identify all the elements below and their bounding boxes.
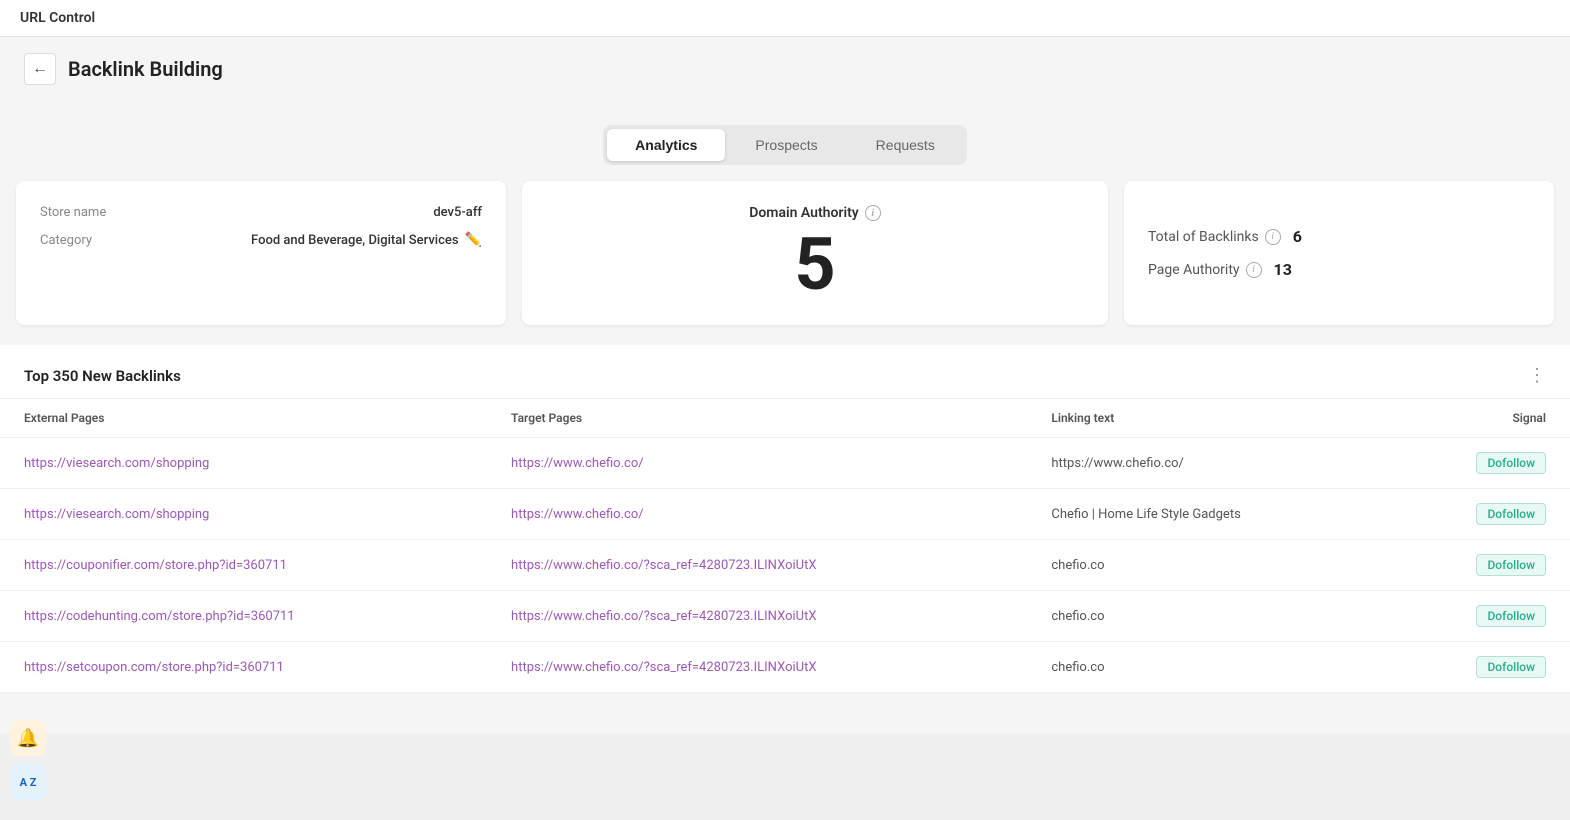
linking-text-cell: Chefio | Home Life Style Gadgets [1027, 489, 1390, 540]
backlinks-value: 6 [1293, 227, 1302, 246]
category-label: Category [40, 233, 92, 248]
linking-text-cell: https://www.chefio.co/ [1027, 438, 1390, 489]
store-name-label: Store name [40, 205, 106, 220]
table-row: https://codehunting.com/store.php?id=360… [0, 591, 1570, 642]
signal-cell: Dofollow [1390, 591, 1570, 642]
category-row: Category Food and Beverage, Digital Serv… [40, 232, 482, 248]
bottom-icons: 🔔 A Z [10, 720, 46, 800]
col-linking-text: Linking text [1027, 399, 1390, 438]
signal-cell: Dofollow [1390, 540, 1570, 591]
dofollow-badge: Dofollow [1476, 554, 1546, 576]
top-bar: URL Control [0, 0, 1570, 37]
page-authority-value: 13 [1274, 260, 1292, 279]
more-options-icon[interactable]: ⋮ [1528, 365, 1546, 386]
external-page-cell: https://viesearch.com/shopping [0, 489, 487, 540]
target-page-cell: https://www.chefio.co/ [487, 489, 1027, 540]
backlinks-label: Total of Backlinks [1148, 229, 1259, 245]
target-page-link[interactable]: https://www.chefio.co/ [511, 456, 644, 471]
target-page-cell: https://www.chefio.co/?sca_ref=4280723.I… [487, 642, 1027, 693]
target-page-link[interactable]: https://www.chefio.co/?sca_ref=4280723.I… [511, 558, 816, 573]
edit-icon[interactable]: ✏️ [465, 232, 482, 248]
store-name-row: Store name dev5-aff [40, 205, 482, 220]
backlinks-row: Total of Backlinks i 6 [1148, 227, 1530, 246]
translate-label: A Z [20, 776, 37, 789]
external-page-link[interactable]: https://viesearch.com/shopping [24, 456, 209, 471]
external-page-link[interactable]: https://viesearch.com/shopping [24, 507, 209, 522]
tab-requests[interactable]: Requests [848, 129, 963, 161]
dofollow-badge: Dofollow [1476, 605, 1546, 627]
category-value: Food and Beverage, Digital Services ✏️ [251, 232, 482, 248]
tab-analytics[interactable]: Analytics [607, 129, 725, 161]
target-page-link[interactable]: https://www.chefio.co/?sca_ref=4280723.I… [511, 660, 816, 675]
page-title: Backlink Building [68, 57, 223, 81]
dofollow-badge: Dofollow [1476, 452, 1546, 474]
cards-row: Store name dev5-aff Category Food and Be… [0, 181, 1570, 345]
back-button[interactable]: ← [24, 53, 56, 85]
backlinks-section: Top 350 New Backlinks ⋮ External Pages T… [0, 345, 1570, 693]
dofollow-badge: Dofollow [1476, 656, 1546, 678]
backlinks-title: Top 350 New Backlinks [24, 367, 181, 385]
col-signal: Signal [1390, 399, 1570, 438]
signal-cell: Dofollow [1390, 489, 1570, 540]
linking-text-cell: chefio.co [1027, 642, 1390, 693]
authority-card: Total of Backlinks i 6 Page Authority i … [1124, 181, 1554, 325]
tab-prospects[interactable]: Prospects [727, 129, 845, 161]
col-external-pages: External Pages [0, 399, 487, 438]
page-authority-info-icon[interactable]: i [1246, 262, 1262, 278]
target-page-cell: https://www.chefio.co/?sca_ref=4280723.I… [487, 540, 1027, 591]
table-row: https://viesearch.com/shopping https://ww… [0, 438, 1570, 489]
backlinks-table: External Pages Target Pages Linking text… [0, 398, 1570, 693]
target-page-link[interactable]: https://www.chefio.co/ [511, 507, 644, 522]
domain-info-icon[interactable]: i [865, 205, 881, 221]
external-page-link[interactable]: https://couponifier.com/store.php?id=360… [24, 558, 287, 573]
bell-icon[interactable]: 🔔 [10, 720, 46, 756]
dofollow-badge: Dofollow [1476, 503, 1546, 525]
tabs-container: Analytics Prospects Requests [0, 101, 1570, 181]
external-page-link[interactable]: https://codehunting.com/store.php?id=360… [24, 609, 295, 624]
linking-text-cell: chefio.co [1027, 591, 1390, 642]
external-page-cell: https://couponifier.com/store.php?id=360… [0, 540, 487, 591]
domain-title: Domain Authority i [749, 205, 881, 221]
linking-text-cell: chefio.co [1027, 540, 1390, 591]
page-authority-row: Page Authority i 13 [1148, 260, 1530, 279]
main-content: Analytics Prospects Requests Store name … [0, 101, 1570, 733]
signal-cell: Dofollow [1390, 642, 1570, 693]
table-row: https://couponifier.com/store.php?id=360… [0, 540, 1570, 591]
store-card: Store name dev5-aff Category Food and Be… [16, 181, 506, 325]
table-row: https://setcoupon.com/store.php?id=36071… [0, 642, 1570, 693]
tabs: Analytics Prospects Requests [603, 125, 967, 165]
table-header-row: External Pages Target Pages Linking text… [0, 399, 1570, 438]
external-page-link[interactable]: https://setcoupon.com/store.php?id=36071… [24, 660, 284, 675]
backlinks-info-icon[interactable]: i [1265, 229, 1281, 245]
page-header: ← Backlink Building [0, 37, 1570, 101]
external-page-cell: https://codehunting.com/store.php?id=360… [0, 591, 487, 642]
domain-authority-card: Domain Authority i 5 [522, 181, 1108, 325]
external-page-cell: https://viesearch.com/shopping [0, 438, 487, 489]
external-page-cell: https://setcoupon.com/store.php?id=36071… [0, 642, 487, 693]
signal-cell: Dofollow [1390, 438, 1570, 489]
backlinks-header: Top 350 New Backlinks ⋮ [0, 345, 1570, 398]
page-authority-label: Page Authority [1148, 262, 1240, 278]
target-page-link[interactable]: https://www.chefio.co/?sca_ref=4280723.I… [511, 609, 816, 624]
app-title: URL Control [20, 10, 95, 26]
domain-authority-value: 5 [794, 229, 835, 301]
col-target-pages: Target Pages [487, 399, 1027, 438]
table-wrapper: External Pages Target Pages Linking text… [0, 398, 1570, 693]
back-icon: ← [32, 60, 48, 78]
table-row: https://viesearch.com/shopping https://ww… [0, 489, 1570, 540]
translate-icon[interactable]: A Z [10, 764, 46, 800]
target-page-cell: https://www.chefio.co/ [487, 438, 1027, 489]
target-page-cell: https://www.chefio.co/?sca_ref=4280723.I… [487, 591, 1027, 642]
store-name-value: dev5-aff [433, 205, 482, 220]
